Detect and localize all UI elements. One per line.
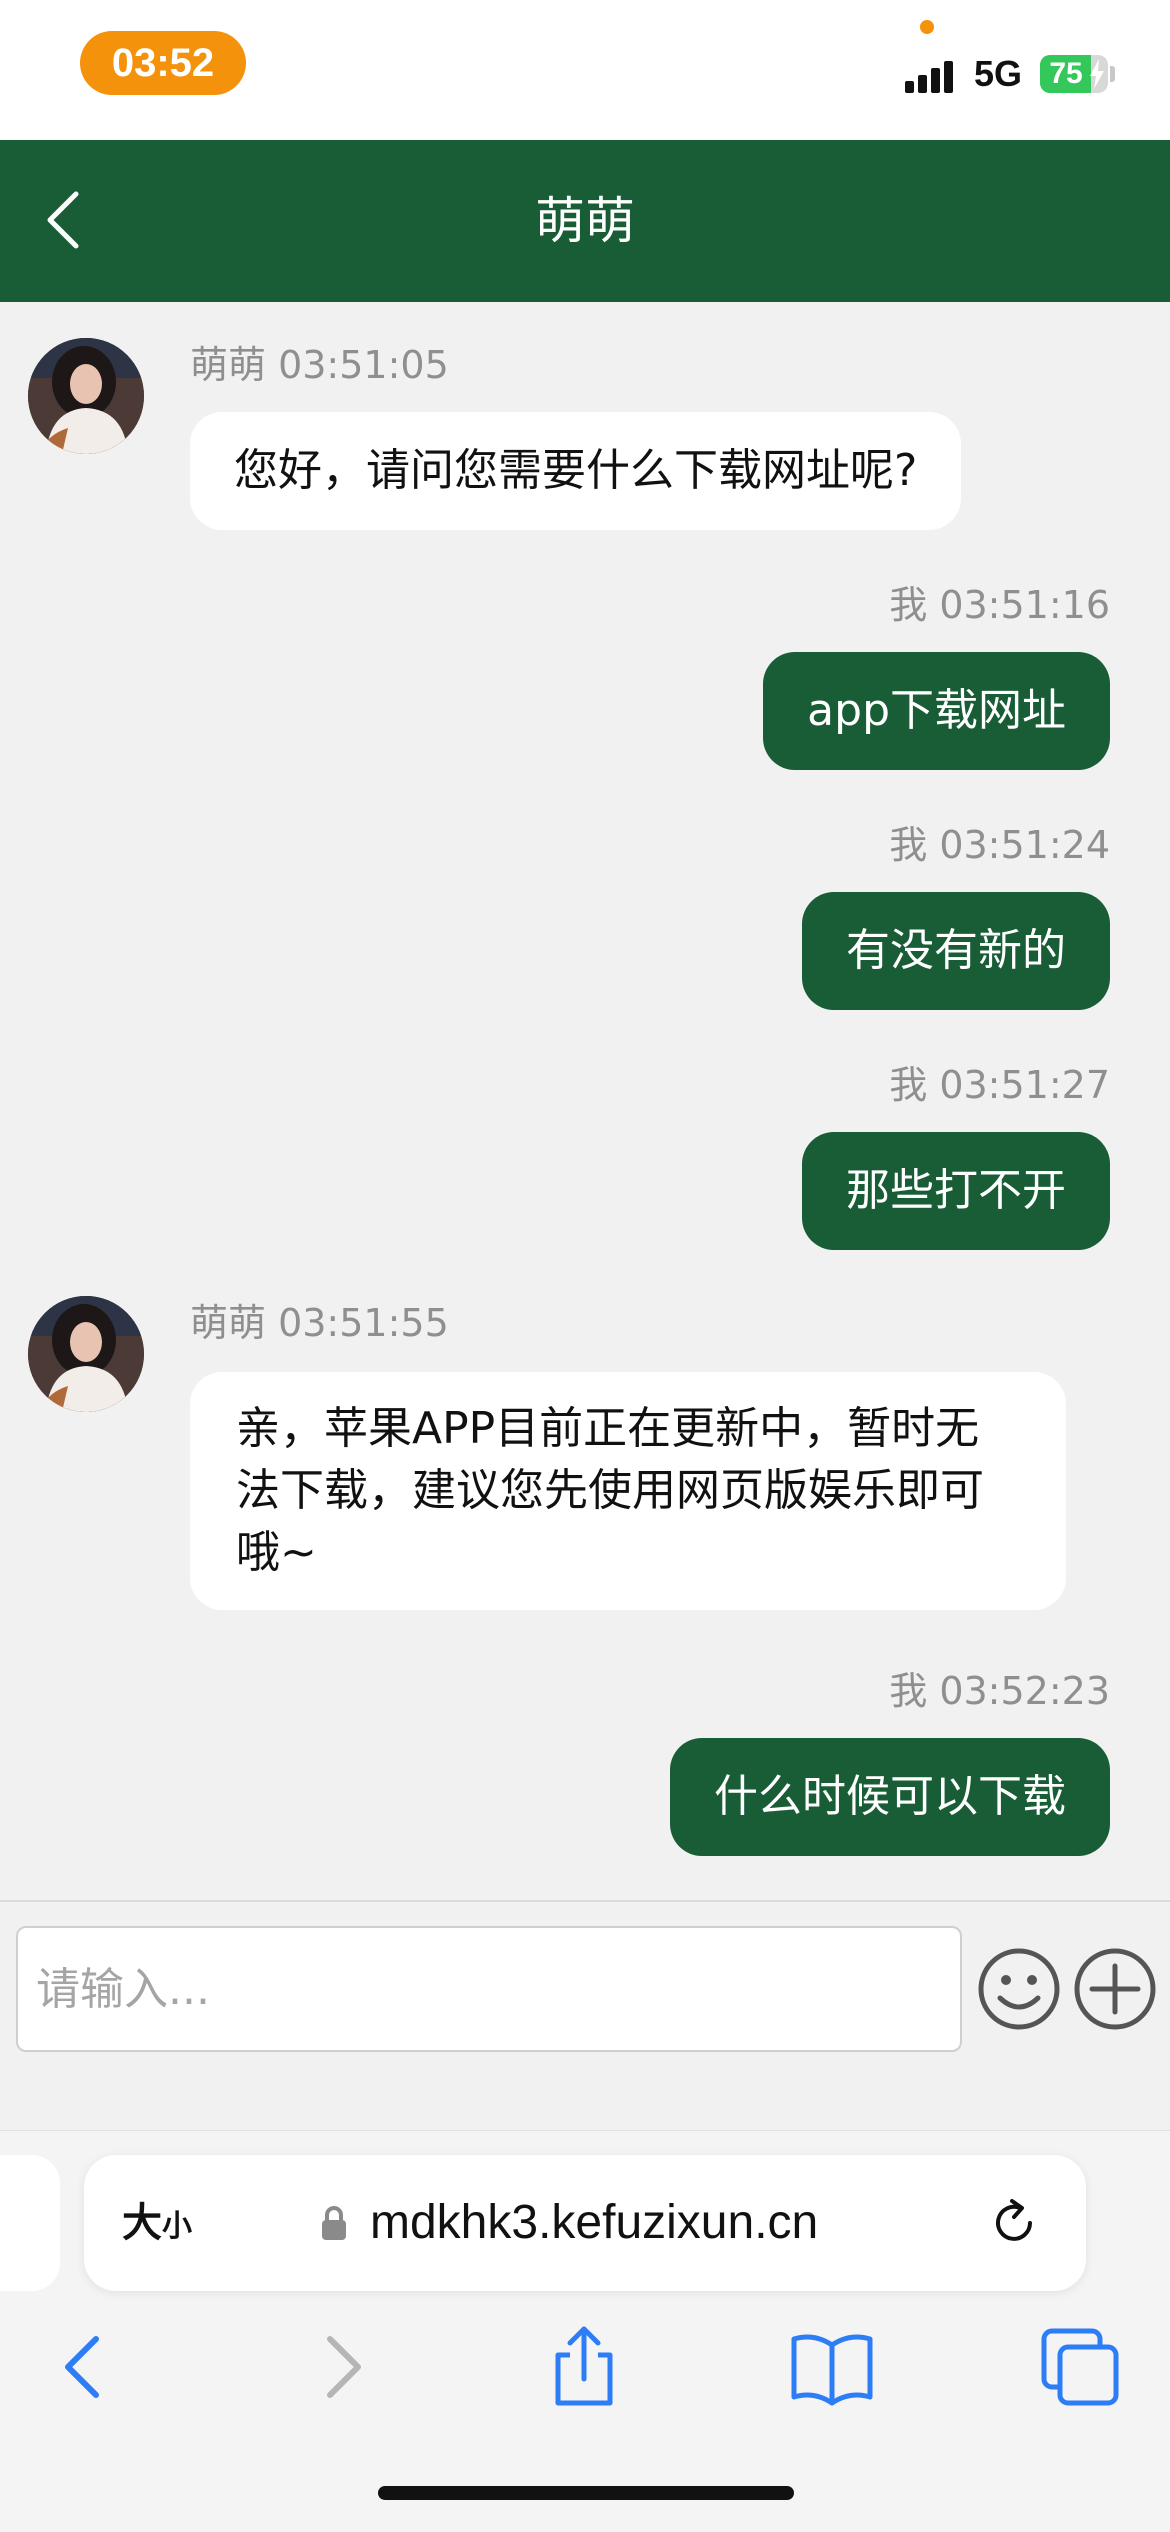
agent-avatar[interactable] [28, 338, 144, 454]
text-size-button[interactable]: 大小 [122, 2155, 192, 2291]
status-bar: 03:52 5G 75 [0, 0, 1170, 140]
chevron-left-icon[interactable] [36, 2317, 136, 2417]
message-bubble-outgoing[interactable]: 那些打不开 [802, 1132, 1110, 1250]
message-meta: 我 03:51:24 [889, 823, 1110, 867]
battery-level: 75 [1049, 57, 1083, 90]
address-bar[interactable]: 大小 mdkhk3.kefuzixun.cn [84, 2155, 1086, 2291]
status-time: 03:52 [80, 31, 246, 95]
message-input[interactable] [16, 1926, 962, 2052]
browser-toolbar: 大小 mdkhk3.kefuzixun.cn [0, 2130, 1170, 2532]
message-bubble-incoming[interactable]: 亲，苹果APP目前正在更新中，暂时无法下载，建议您先使用网页版娱乐即可哦~ [190, 1372, 1066, 1610]
message-bubble-outgoing[interactable]: app下载网址 [763, 652, 1110, 770]
bookmarks-icon[interactable] [782, 2317, 882, 2417]
url-text[interactable]: mdkhk3.kefuzixun.cn [370, 2155, 818, 2291]
message-meta: 我 03:51:16 [889, 583, 1110, 627]
reload-icon[interactable] [984, 2193, 1044, 2253]
message-list[interactable]: 萌萌 03:51:05 您好，请问您需要什么下载网址呢? 我 03:51:16 … [0, 302, 1170, 1900]
message-bubble-outgoing[interactable]: 什么时候可以下载 [670, 1738, 1110, 1856]
message-bubble-incoming[interactable]: 您好，请问您需要什么下载网址呢? [190, 412, 962, 530]
emoji-icon[interactable] [976, 1946, 1062, 2032]
chat-title: 萌萌 [535, 192, 635, 250]
lock-icon [322, 2206, 346, 2240]
text-size-label: 大 [122, 2200, 162, 2246]
message-meta: 萌萌 03:51:05 [190, 343, 449, 387]
tabs-icon[interactable] [1030, 2317, 1130, 2417]
home-indicator [378, 2486, 794, 2500]
share-icon[interactable] [534, 2317, 634, 2417]
previous-tab-preview[interactable] [0, 2155, 60, 2291]
agent-avatar[interactable] [28, 1296, 144, 1412]
network-type: 5G [974, 53, 1023, 94]
battery-icon: 75 [1040, 55, 1108, 93]
privacy-indicator-dot [920, 20, 934, 34]
message-meta: 我 03:52:23 [889, 1669, 1110, 1713]
message-bubble-outgoing[interactable]: 有没有新的 [802, 892, 1110, 1010]
battery-cap [1110, 66, 1115, 82]
charging-bolt-icon [1090, 59, 1104, 89]
message-composer [0, 1900, 1170, 2130]
text-size-small-label: 小 [162, 2209, 192, 2244]
chat-header: 萌萌 [0, 140, 1170, 302]
signal-strength-icon [905, 57, 959, 93]
message-meta: 萌萌 03:51:55 [190, 1301, 449, 1345]
plus-icon[interactable] [1072, 1946, 1158, 2032]
message-meta: 我 03:51:27 [889, 1063, 1110, 1107]
chevron-right-icon[interactable] [290, 2317, 390, 2417]
